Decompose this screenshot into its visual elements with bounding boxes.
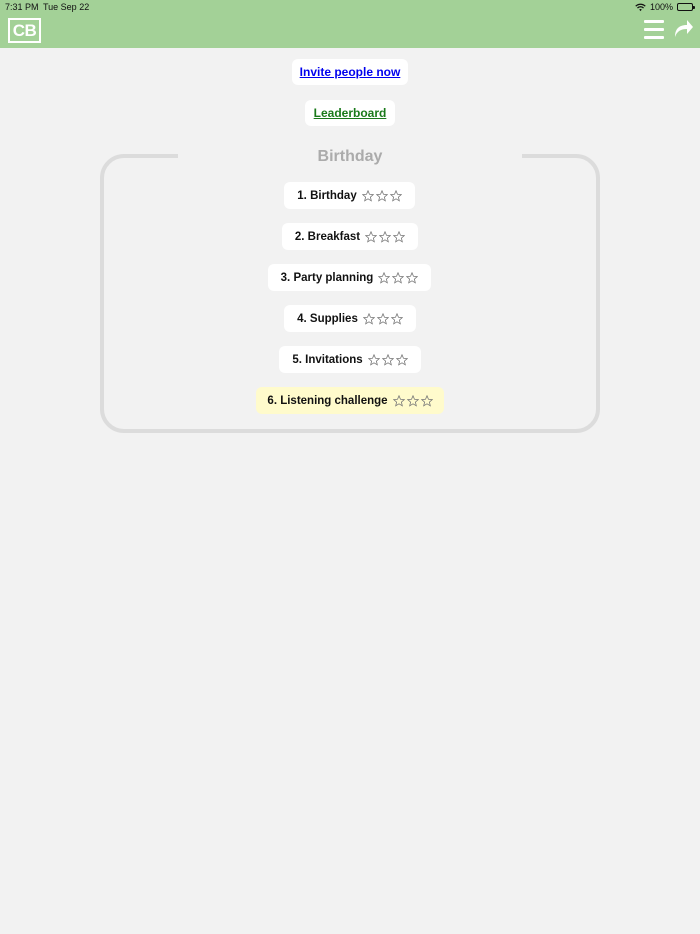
lesson-label: 4. Supplies <box>297 312 358 325</box>
battery-icon <box>677 3 695 11</box>
lesson-item[interactable]: 4. Supplies <box>284 305 416 332</box>
status-right: 100% <box>635 2 695 12</box>
app-screen: 7:31 PM Tue Sep 22 100% CB Invite people… <box>0 0 700 934</box>
lesson-label: 2. Breakfast <box>294 230 361 243</box>
star-outline-icon <box>376 312 389 325</box>
star-outline-icon <box>406 394 419 407</box>
group-title: Birthday <box>317 148 383 165</box>
invite-people-button[interactable]: Invite people now <box>292 59 408 85</box>
star-outline-icon <box>375 189 388 202</box>
lesson-item[interactable]: 2. Breakfast <box>282 223 418 250</box>
star-rating <box>362 312 403 325</box>
menu-icon[interactable] <box>644 20 664 39</box>
star-outline-icon <box>381 353 394 366</box>
header-bar: 7:31 PM Tue Sep 22 100% CB <box>0 0 700 48</box>
lesson-item[interactable]: 3. Party planning <box>268 264 431 291</box>
lesson-label: 3. Party planning <box>280 271 374 284</box>
star-outline-icon <box>406 271 419 284</box>
lesson-item[interactable]: 5. Invitations <box>279 346 421 373</box>
star-outline-icon <box>379 230 392 243</box>
lesson-item[interactable]: 1. Birthday <box>284 182 415 209</box>
star-outline-icon <box>392 394 405 407</box>
lesson-label: 1. Birthday <box>297 189 357 202</box>
star-outline-icon <box>392 271 405 284</box>
app-logo[interactable]: CB <box>8 18 41 43</box>
star-outline-icon <box>378 271 391 284</box>
star-outline-icon <box>389 189 402 202</box>
share-icon[interactable] <box>672 18 694 38</box>
star-outline-icon <box>420 394 433 407</box>
star-outline-icon <box>395 353 408 366</box>
lesson-item-highlighted[interactable]: 6. Listening challenge <box>256 387 444 414</box>
status-bar: 7:31 PM Tue Sep 22 100% <box>0 0 700 14</box>
battery-percent: 100% <box>649 2 673 12</box>
star-outline-icon <box>361 189 374 202</box>
star-outline-icon <box>365 230 378 243</box>
lesson-label: 5. Invitations <box>292 353 363 366</box>
star-outline-icon <box>362 312 375 325</box>
lesson-label: 6. Listening challenge <box>267 394 388 407</box>
star-outline-icon <box>393 230 406 243</box>
star-outline-icon <box>367 353 380 366</box>
star-rating <box>378 271 419 284</box>
star-rating <box>367 353 408 366</box>
status-time: 7:31 PM <box>5 2 39 12</box>
star-outline-icon <box>390 312 403 325</box>
wifi-icon <box>635 3 646 11</box>
leaderboard-button[interactable]: Leaderboard <box>305 100 395 126</box>
star-rating <box>365 230 406 243</box>
star-rating <box>361 189 402 202</box>
star-rating <box>392 394 433 407</box>
status-date: Tue Sep 22 <box>43 2 90 12</box>
